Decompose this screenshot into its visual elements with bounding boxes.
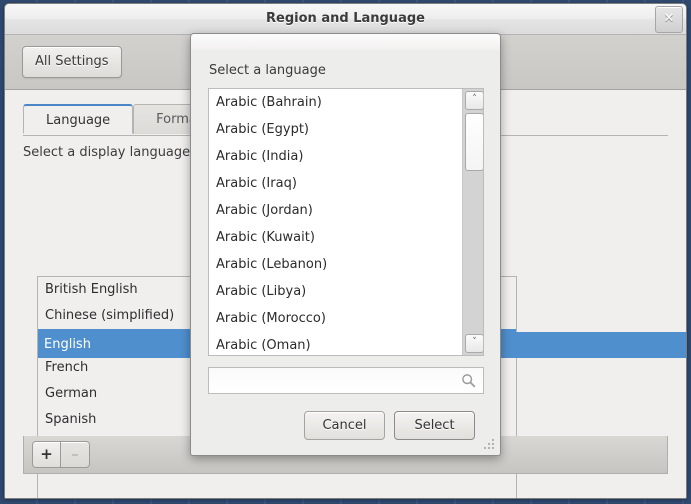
scroll-down-button[interactable]: ˅	[465, 334, 483, 353]
dialog-search-field[interactable]	[208, 367, 484, 395]
dialog-list-scrollbar[interactable]: ˄ ˅	[462, 89, 483, 355]
dialog-header	[191, 34, 500, 50]
close-icon: ✕	[663, 11, 675, 26]
scroll-up-button[interactable]: ˄	[465, 91, 483, 110]
select-language-dialog: Select a language Arabic (Bahrain) Arabi…	[190, 33, 501, 456]
list-item[interactable]: Arabic (Oman)	[209, 332, 462, 355]
scrollbar-thumb[interactable]	[465, 113, 483, 171]
list-item[interactable]: Arabic (Morocco)	[209, 305, 462, 332]
cancel-button[interactable]: Cancel	[304, 411, 385, 440]
search-input[interactable]	[215, 368, 455, 395]
list-item[interactable]: Arabic (Libya)	[209, 278, 462, 305]
resize-grip[interactable]	[484, 439, 495, 450]
dialog-title: Select a language	[209, 63, 326, 78]
list-item[interactable]: Arabic (Bahrain)	[209, 89, 462, 116]
dialog-language-listbox[interactable]: Arabic (Bahrain) Arabic (Egypt) Arabic (…	[208, 88, 484, 356]
all-settings-button[interactable]: All Settings	[22, 46, 122, 78]
list-item[interactable]: Arabic (Iraq)	[209, 170, 462, 197]
section-label: Select a display language	[23, 145, 191, 160]
tab-language[interactable]: Language	[23, 104, 134, 134]
chevron-up-icon: ˄	[472, 94, 477, 104]
list-item[interactable]: Arabic (Egypt)	[209, 116, 462, 143]
search-icon	[462, 374, 476, 388]
dialog-language-list: Arabic (Bahrain) Arabic (Egypt) Arabic (…	[209, 89, 462, 355]
list-item[interactable]: Arabic (India)	[209, 143, 462, 170]
list-item[interactable]: Arabic (Kuwait)	[209, 224, 462, 251]
list-item[interactable]: Arabic (Lebanon)	[209, 251, 462, 278]
window-titlebar: Region and Language ✕	[5, 4, 686, 35]
close-button[interactable]: ✕	[655, 6, 683, 33]
chevron-down-icon: ˅	[472, 337, 477, 347]
add-remove-button-group: + –	[32, 441, 90, 468]
select-button[interactable]: Select	[394, 411, 475, 440]
add-language-button[interactable]: +	[32, 441, 61, 468]
remove-language-button[interactable]: –	[61, 441, 90, 468]
list-item[interactable]: Arabic (Jordan)	[209, 197, 462, 224]
window-title: Region and Language	[266, 11, 425, 26]
